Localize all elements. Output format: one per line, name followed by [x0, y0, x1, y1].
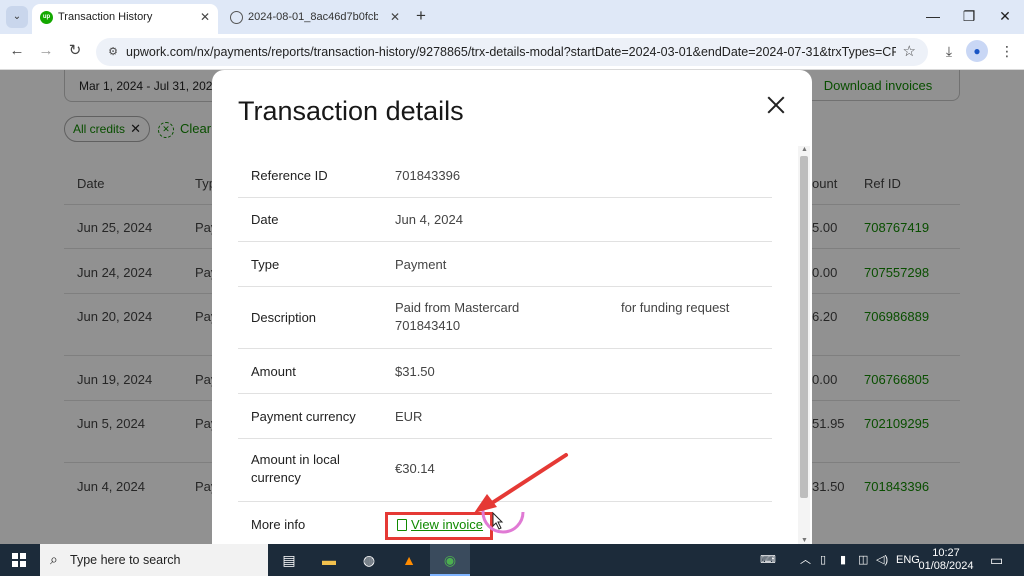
- taskbar-search-input[interactable]: ⌕ Type here to search: [40, 544, 268, 576]
- arrow-head: [474, 494, 497, 513]
- annotation-arrow: [474, 453, 568, 534]
- arrow-shaft: [490, 453, 568, 505]
- task-view-icon[interactable]: ▤: [276, 548, 302, 572]
- mouse-pointer-icon: [492, 511, 504, 530]
- clock-date: 01/08/2024: [918, 560, 974, 572]
- windows-start-icon[interactable]: [12, 553, 26, 567]
- clock-time: 10:27: [932, 547, 960, 559]
- taskbar-clock[interactable]: 10:27 01/08/2024: [918, 547, 974, 573]
- tray-battery-icon[interactable]: ▮: [840, 544, 846, 576]
- tray-volume-icon[interactable]: ◁): [876, 544, 888, 576]
- tray-keyboard-icon[interactable]: ⌨: [760, 544, 776, 576]
- chrome-icon[interactable]: ◉: [437, 548, 463, 572]
- windows-taskbar: ⌕ Type here to search ▤ ▬ ◍ ▲ ◉ ⌨ ︿ ▯ ▮ …: [0, 544, 1024, 576]
- tray-language[interactable]: ENG: [896, 544, 920, 576]
- search-icon: ⌕: [50, 551, 58, 567]
- tray-device-icon[interactable]: ▯: [820, 544, 826, 576]
- recorder-app-icon[interactable]: ◍: [356, 548, 382, 572]
- tray-network-icon[interactable]: ◫: [858, 544, 868, 576]
- file-explorer-icon[interactable]: ▬: [316, 548, 342, 572]
- tray-chevron-up-icon[interactable]: ︿: [800, 544, 811, 576]
- vlc-icon[interactable]: ▲: [396, 548, 422, 572]
- notifications-icon[interactable]: ▭: [990, 544, 1003, 576]
